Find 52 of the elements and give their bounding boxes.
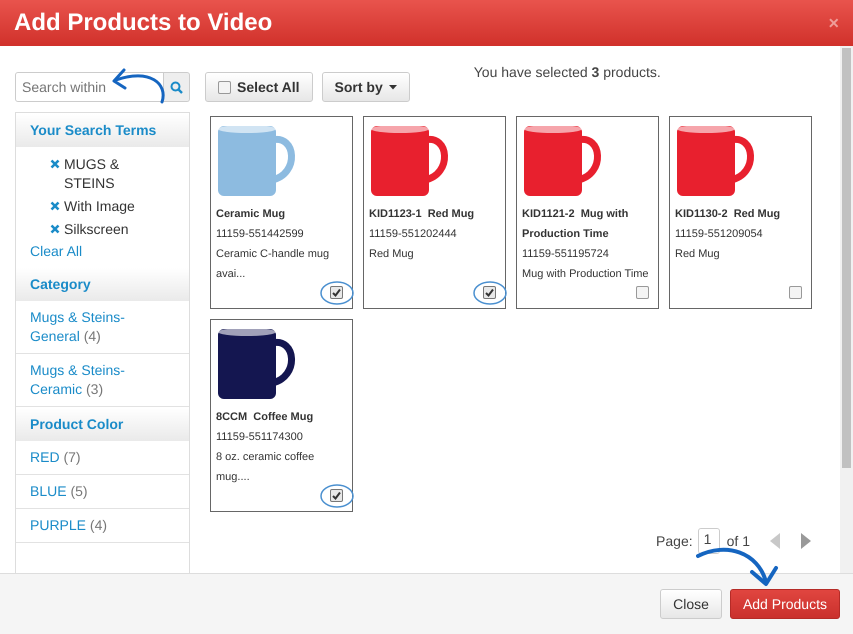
product-sku: 11159-551442599 <box>216 227 305 242</box>
product-card[interactable]: KID1130-2 Red Mug 11159-551209054 Red Mug <box>669 116 812 309</box>
checkbox[interactable] <box>636 286 649 299</box>
product-description: Mug with Production Time <box>522 267 650 282</box>
select-all-button[interactable]: Select All <box>205 72 313 102</box>
product-sku: 11159-551209054 <box>675 227 764 242</box>
remove-icon[interactable] <box>50 159 60 169</box>
product-description: Ceramic C-handle mug avai... <box>216 247 330 282</box>
search-term: Silkscreen <box>64 220 129 239</box>
product-title: KID1121-2 Mug with Production Time <box>522 207 630 242</box>
product-description: Red Mug <box>675 247 721 262</box>
checkbox[interactable] <box>218 80 231 94</box>
scrollbar[interactable] <box>840 46 853 573</box>
search-term: With Image <box>64 197 135 216</box>
next-page-icon[interactable] <box>800 533 812 549</box>
checkbox[interactable] <box>330 286 343 299</box>
checkbox[interactable] <box>789 286 802 299</box>
checkbox[interactable] <box>330 489 343 502</box>
selection-count: You have selected 3 products. <box>474 64 661 80</box>
search-icon <box>170 80 183 94</box>
filter-link[interactable]: PURPLE (4) <box>16 509 189 543</box>
product-card[interactable]: KID1121-2 Mug with Production Time 11159-551195724 Mug with Production Time <box>516 116 659 309</box>
caret-icon <box>388 84 397 90</box>
search-field[interactable]: Search within <box>15 72 164 102</box>
dialog-title: Add Products to Video <box>14 9 272 37</box>
remove-icon[interactable] <box>50 201 60 211</box>
search-button[interactable] <box>164 72 190 102</box>
product-card[interactable]: Ceramic Mug 11159-551442599 Ceramic C-handle mug avai... <box>210 116 353 309</box>
add-products-button[interactable]: Add Products <box>730 589 840 619</box>
page-label: Page: <box>656 533 693 549</box>
filter-link[interactable]: RED (7) <box>16 441 189 475</box>
product-title: KID1130-2 Red Mug <box>675 207 782 222</box>
product-title: KID1123-1 Red Mug <box>369 207 476 222</box>
product-card[interactable]: KID1123-1 Red Mug 11159-551202444 Red Mug <box>363 116 506 309</box>
search-term: MUGS & STEINS <box>64 155 120 193</box>
sort-button[interactable]: Sort by <box>322 72 410 102</box>
filter-link[interactable]: BLUE (5) <box>16 475 189 509</box>
checkbox[interactable] <box>483 286 496 299</box>
close-button[interactable]: Close <box>660 589 722 619</box>
filter-link[interactable]: Mugs & Steins-General (4) <box>16 301 189 354</box>
product-title: Ceramic Mug <box>216 207 286 222</box>
page-field[interactable]: 1 <box>698 528 720 554</box>
product-sku: 11159-551195724 <box>522 247 610 262</box>
product-description: 8 oz. ceramic coffee mug.... <box>216 450 316 485</box>
product-title: 8CCM Coffee Mug <box>216 410 314 425</box>
product-sku: 11159-551202444 <box>369 227 458 242</box>
product-description: Red Mug <box>369 247 415 262</box>
page-total: of 1 <box>726 533 750 549</box>
product-sku: 11159-551174300 <box>216 430 304 445</box>
clear-all-link[interactable]: Clear All <box>30 243 175 259</box>
remove-icon[interactable] <box>50 224 60 234</box>
product-card[interactable]: 8CCM Coffee Mug 11159-551174300 8 oz. ceramic coffee mug.... <box>210 319 353 512</box>
